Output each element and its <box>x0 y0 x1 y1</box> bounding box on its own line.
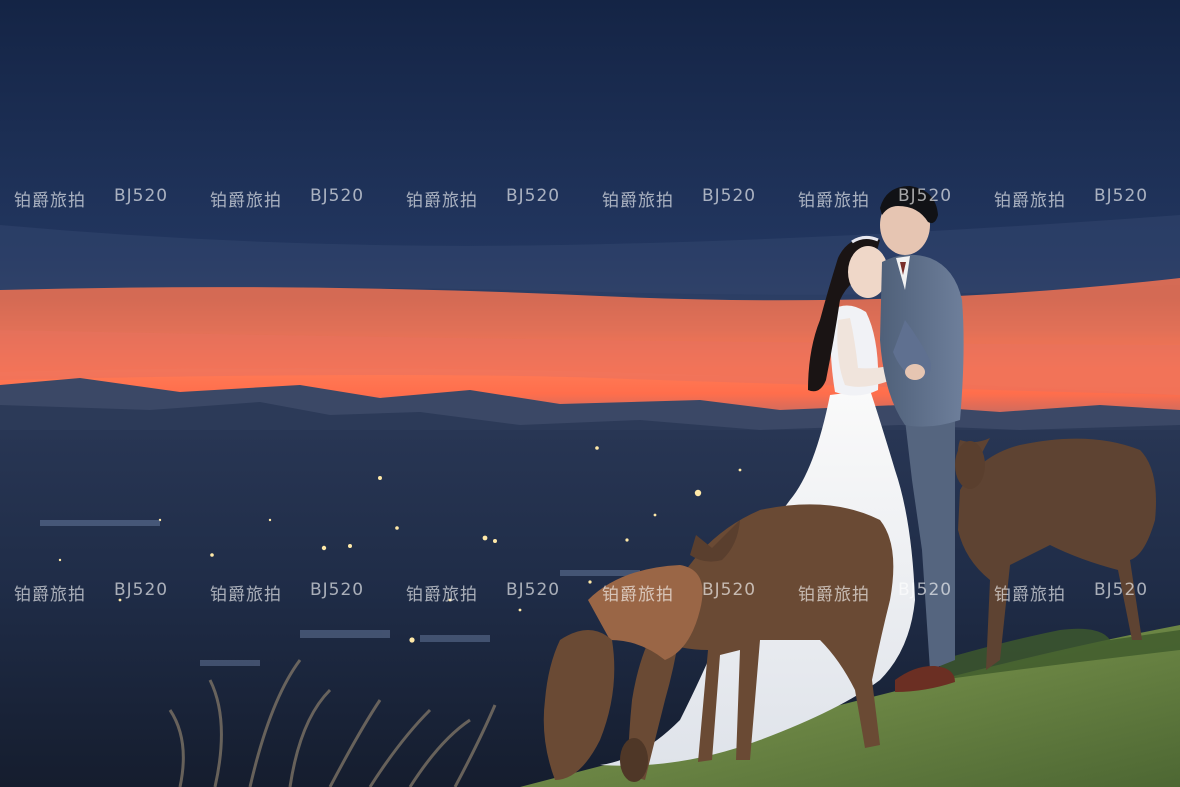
wedding-photo: 铂爵旅拍 BJ520 铂爵旅拍 BJ520 铂爵旅拍 BJ520 铂爵旅拍 BJ… <box>0 0 1180 787</box>
photo-scene <box>0 0 1180 787</box>
